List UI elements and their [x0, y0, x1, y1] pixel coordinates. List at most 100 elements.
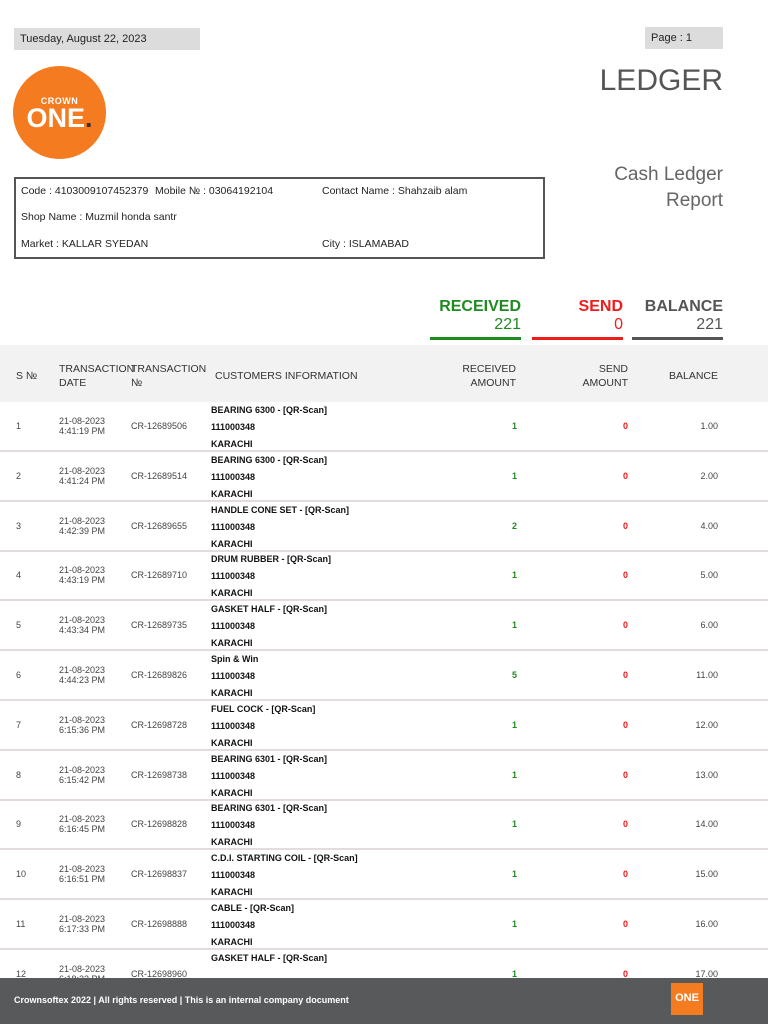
- row-received: 1: [511, 769, 517, 780]
- row-time: 6:17:33 PM: [59, 924, 106, 934]
- table-row: 8 21-08-2023 6:15:42 PM CR-12698738 BEARING …: [0, 751, 768, 801]
- row-txn-number: CR-12689735: [131, 620, 188, 631]
- row-date: 21-08-2023: [59, 714, 106, 725]
- row-customer-code: 111000348: [211, 422, 256, 432]
- row-balance: 2.00: [700, 470, 718, 481]
- footer-logo: ONE: [671, 983, 703, 1015]
- received-label: RECEIVED: [439, 298, 521, 315]
- header-sno: S №: [16, 370, 38, 382]
- row-city: KARACHI: [211, 937, 253, 947]
- row-balance: 12.00: [695, 719, 718, 730]
- row-balance: 13.00: [695, 769, 718, 780]
- row-send: 0: [622, 719, 628, 730]
- row-txn-number: CR-12698837: [131, 869, 188, 880]
- row-customer-code: 111000348: [211, 671, 256, 681]
- balance-total: 221: [696, 316, 723, 333]
- row-send: 0: [622, 620, 628, 631]
- row-received: 1: [511, 719, 517, 730]
- balance-summary: BALANCE 221: [632, 298, 723, 340]
- received-total: 221: [494, 316, 521, 333]
- row-balance: 4.00: [700, 520, 718, 531]
- row-send: 0: [622, 819, 628, 830]
- city: City : ISLAMABAD: [322, 238, 409, 250]
- table-row: 10 21-08-2023 6:16:51 PM CR-12698837 C.D.I. …: [0, 850, 768, 901]
- row-date: 21-08-2023: [59, 963, 106, 974]
- row-txn-number: CR-12698738: [131, 769, 188, 780]
- row-txn-number: CR-12698888: [131, 919, 188, 929]
- row-customer-code: 111000348: [211, 720, 256, 731]
- row-balance: 14.00: [695, 819, 718, 830]
- row-sno: 3: [16, 520, 22, 531]
- row-date: 21-08-2023: [59, 565, 106, 576]
- row-received: 5: [511, 670, 517, 680]
- row-txn-number: CR-12689506: [131, 421, 188, 431]
- row-send: 0: [622, 919, 628, 929]
- footer: Crownsoftex 2022 | All rights reserved |…: [0, 978, 768, 1024]
- header-send-1: SEND: [598, 363, 628, 375]
- row-send: 0: [622, 470, 628, 481]
- header-balance: BALANCE: [668, 370, 718, 382]
- row-item: Spin & Win: [211, 654, 259, 664]
- row-date: 21-08-2023: [59, 416, 106, 426]
- header-date: TRANSACTION DATE: [59, 362, 134, 390]
- row-date: 21-08-2023: [59, 764, 106, 775]
- row-time: 4:44:23 PM: [59, 675, 106, 685]
- row-date: 21-08-2023: [59, 864, 106, 875]
- row-balance: 6.00: [700, 620, 718, 631]
- row-time: 4:42:39 PM: [59, 525, 106, 536]
- row-customer-code: 111000348: [211, 920, 256, 930]
- row-customer-code: 111000348: [211, 820, 256, 831]
- table-header: S № TRANSACTION DATE TRANSACTION № CUSTOME…: [0, 345, 768, 402]
- row-customer-code: 111000348: [211, 621, 256, 632]
- row-item: GASKET HALF - [QR-Scan]: [211, 604, 327, 615]
- header-txn: TRANSACTION №: [131, 362, 206, 390]
- row-received: 1: [511, 421, 517, 431]
- row-received: 1: [511, 470, 517, 481]
- row-received: 1: [511, 819, 517, 830]
- received-summary: RECEIVED 221: [430, 298, 521, 340]
- header-send: SEND AMOUNT: [583, 362, 629, 390]
- row-city: KARACHI: [211, 837, 253, 848]
- row-balance: 11.00: [696, 670, 718, 680]
- row-balance: 1.00: [700, 421, 718, 431]
- row-city: KARACHI: [211, 588, 253, 599]
- row-txn-number: CR-12689655: [131, 520, 188, 531]
- subtitle-line-2: Report: [665, 190, 723, 211]
- row-city: KARACHI: [211, 488, 253, 499]
- row-date: 21-08-2023: [59, 615, 106, 626]
- row-txn-number: CR-12689514: [131, 470, 188, 481]
- contact-name: Contact Name : Shahzaib alam: [322, 185, 468, 197]
- row-balance: 16.00: [695, 919, 718, 929]
- balance-label: BALANCE: [644, 298, 723, 315]
- row-city: KARACHI: [211, 638, 253, 649]
- table-row: 3 21-08-2023 4:42:39 PM CR-12689655 HANDLE C…: [0, 502, 768, 552]
- row-time: 4:41:24 PM: [59, 475, 106, 486]
- row-date: 21-08-2023: [59, 665, 106, 675]
- customer-info-box: Code : 4103009107452379 Mobile № : 03064…: [14, 177, 545, 259]
- footer-text: Crownsoftex 2022 | All rights reserved |…: [14, 995, 349, 1005]
- row-date: 21-08-2023: [59, 515, 106, 526]
- row-city: KARACHI: [211, 787, 253, 798]
- header-received-2: AMOUNT: [470, 377, 517, 389]
- row-customer-code: 111000348: [211, 471, 256, 482]
- row-sno: 1: [16, 421, 22, 431]
- table-row: 7 21-08-2023 6:15:36 PM CR-12698728 FUEL COC…: [0, 701, 768, 751]
- row-send: 0: [622, 769, 628, 780]
- table-row: 9 21-08-2023 6:16:45 PM CR-12698828 BEARING …: [0, 800, 768, 851]
- row-date: 21-08-2023: [59, 914, 106, 924]
- row-city: KARACHI: [211, 688, 253, 698]
- row-sno: 5: [16, 620, 22, 631]
- table-row: 1 21-08-2023 4:41:19 PM CR-12689506 BEARING …: [0, 402, 768, 452]
- row-time: 6:16:45 PM: [59, 824, 106, 835]
- header-txn-1: TRANSACTION: [131, 363, 207, 375]
- row-item: GASKET HALF - [QR-Scan]: [211, 952, 327, 963]
- row-item: CABLE - [QR-Scan]: [211, 903, 294, 913]
- row-time: 4:41:19 PM: [59, 426, 106, 436]
- row-txn-number: CR-12689826: [131, 670, 188, 680]
- row-received: 1: [511, 570, 517, 581]
- row-customer-code: 111000348: [211, 521, 256, 532]
- header-txn-2: №: [131, 377, 143, 389]
- market: Market : KALLAR SYEDAN: [21, 238, 149, 250]
- row-send: 0: [622, 869, 628, 880]
- customer-mobile: Mobile № : 03064192104: [155, 185, 274, 197]
